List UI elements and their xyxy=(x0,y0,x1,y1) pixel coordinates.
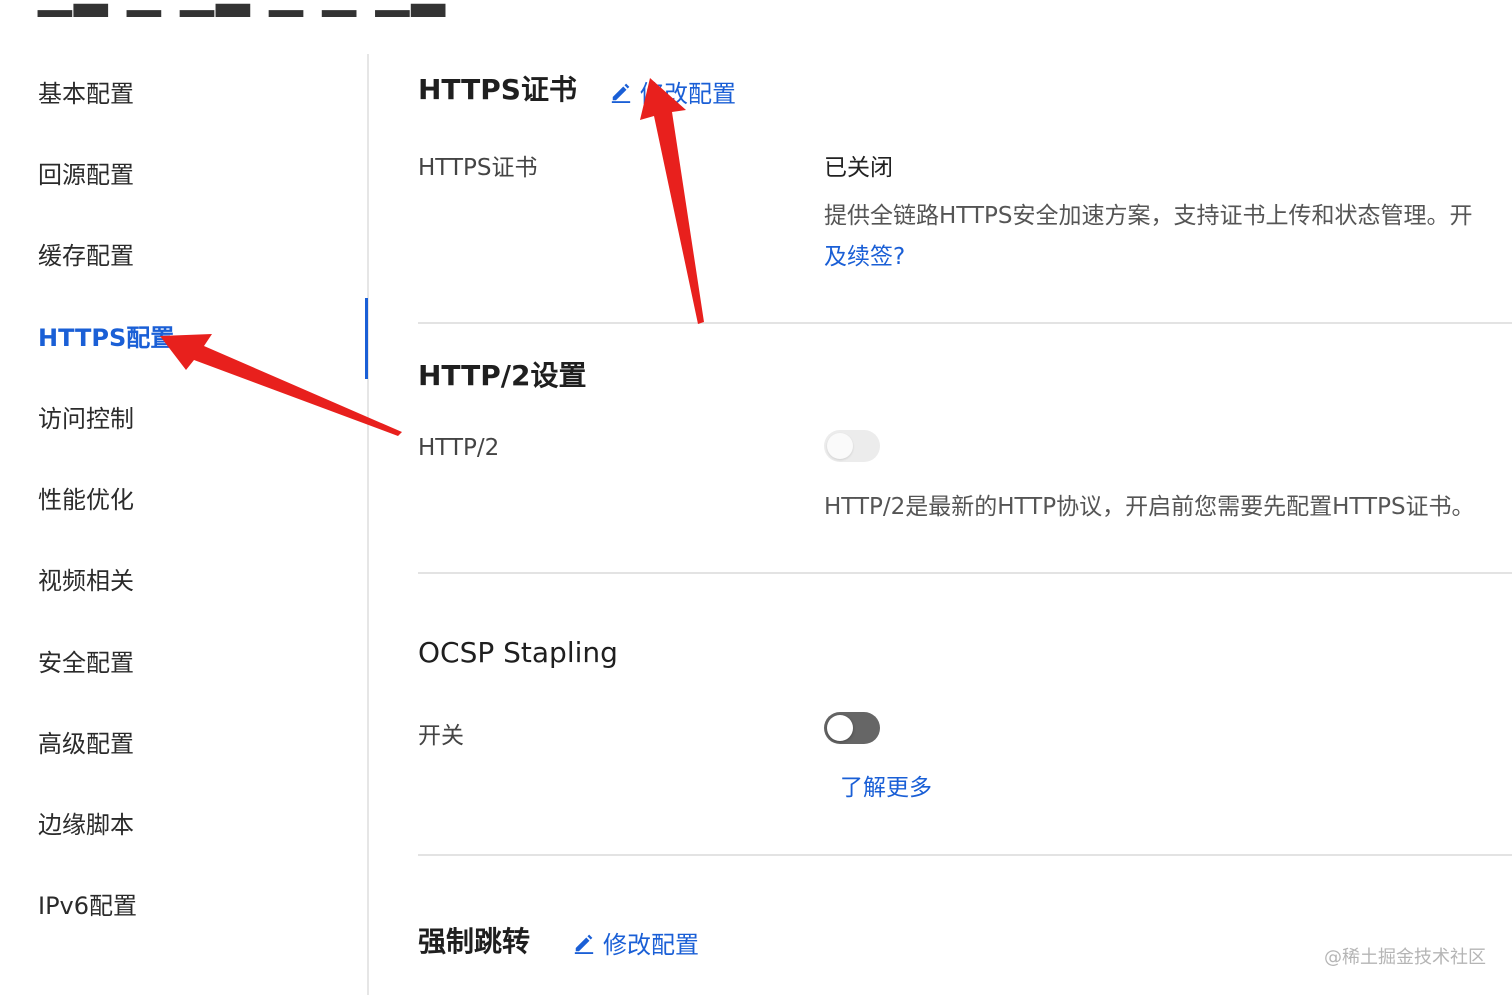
toggle-knob xyxy=(827,433,853,459)
sidebar-divider xyxy=(367,54,369,995)
sidebar-item-basic[interactable]: 基本配置 xyxy=(38,74,134,114)
sidebar-item-cache[interactable]: 缓存配置 xyxy=(38,236,134,276)
force-redirect-edit-button[interactable]: 修改配置 xyxy=(573,925,699,960)
sidebar-active-indicator xyxy=(365,298,368,379)
sidebar-item-advanced[interactable]: 高级配置 xyxy=(38,724,134,764)
https-cert-renew-link[interactable]: 及续签? xyxy=(824,237,905,271)
https-cert-section-title: HTTPS证书 xyxy=(418,73,577,106)
cdn-config-page: ▁▂ ▁ ▁▂ ▁ ▁ ▁▂ 基本配置 回源配置 缓存配置 HTTPS配置 访问… xyxy=(0,0,1512,995)
https-cert-edit-label: 修改配置 xyxy=(640,80,736,108)
ocsp-section-title: OCSP Stapling xyxy=(418,636,618,669)
section-divider xyxy=(418,572,1512,574)
sidebar-item-security[interactable]: 安全配置 xyxy=(38,643,134,683)
https-cert-field-label: HTTPS证书 xyxy=(418,155,538,181)
https-cert-edit-button[interactable]: 修改配置 xyxy=(610,74,736,109)
http2-field-label: HTTP/2 xyxy=(418,435,500,461)
section-divider xyxy=(418,854,1512,856)
toggle-knob xyxy=(827,715,853,741)
https-cert-status: 已关闭 xyxy=(824,155,893,181)
sidebar-item-video[interactable]: 视频相关 xyxy=(38,561,134,601)
sidebar-nav xyxy=(0,54,368,995)
cropped-page-heading: ▁▂ ▁ ▁▂ ▁ ▁ ▁▂ xyxy=(38,0,447,17)
watermark: @稀土掘金技术社区 xyxy=(1324,947,1486,968)
force-redirect-section-title: 强制跳转 xyxy=(418,925,531,958)
pencil-icon xyxy=(574,934,594,954)
ocsp-toggle[interactable] xyxy=(824,712,880,744)
section-divider xyxy=(418,322,1512,324)
sidebar-item-edge-script[interactable]: 边缘脚本 xyxy=(38,805,134,845)
ocsp-learn-more-link[interactable]: 了解更多 xyxy=(840,768,932,802)
annotation-arrow-edit xyxy=(640,78,704,324)
https-cert-description: 提供全链路HTTPS安全加速方案，支持证书上传和状态管理。开 xyxy=(824,203,1473,229)
sidebar-item-https[interactable]: HTTPS配置 xyxy=(38,318,174,358)
force-redirect-edit-label: 修改配置 xyxy=(603,931,699,959)
sidebar-item-access-control[interactable]: 访问控制 xyxy=(38,399,134,439)
sidebar-item-ipv6[interactable]: IPv6配置 xyxy=(38,886,137,926)
ocsp-field-label: 开关 xyxy=(418,723,464,749)
http2-description: HTTP/2是最新的HTTP协议，开启前您需要先配置HTTPS证书。 xyxy=(824,494,1475,520)
sidebar-item-performance[interactable]: 性能优化 xyxy=(38,480,134,520)
http2-section-title: HTTP/2设置 xyxy=(418,359,587,392)
pencil-icon xyxy=(611,83,631,103)
sidebar-item-origin[interactable]: 回源配置 xyxy=(38,155,134,195)
http2-toggle[interactable] xyxy=(824,430,880,462)
